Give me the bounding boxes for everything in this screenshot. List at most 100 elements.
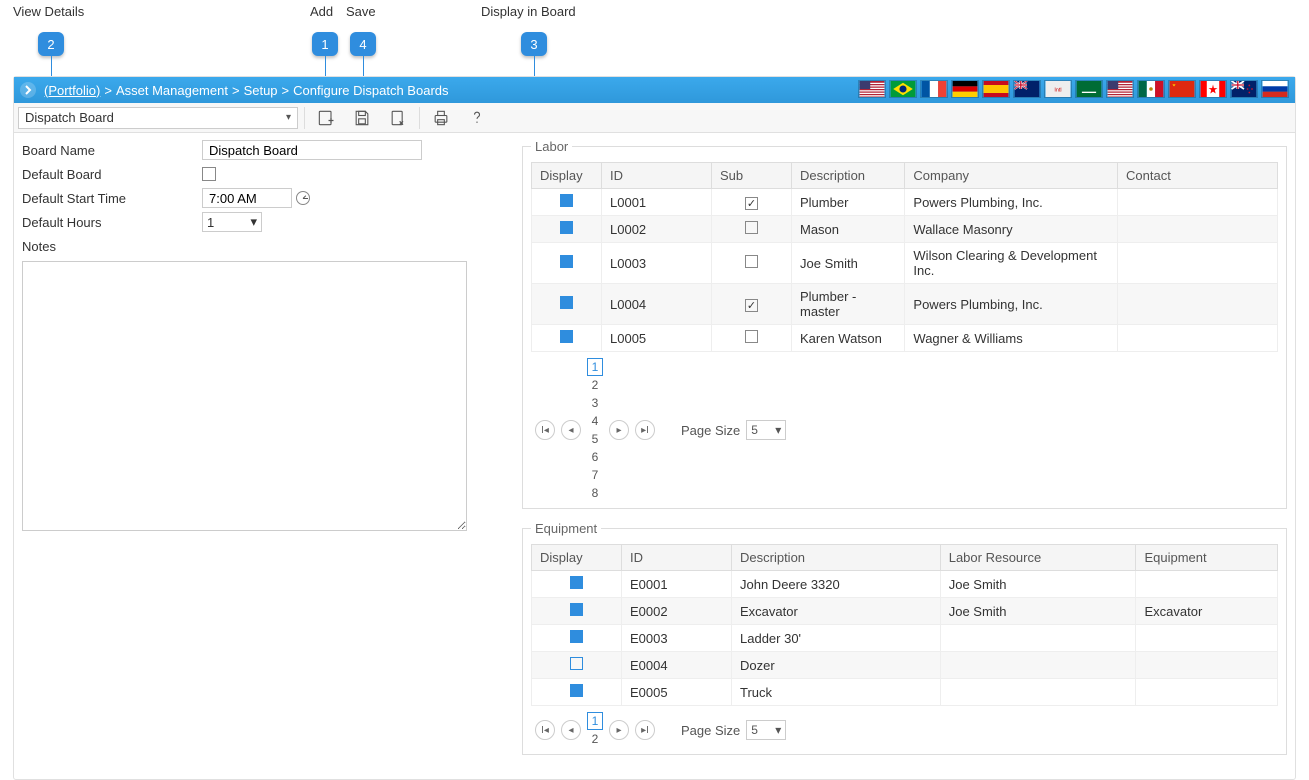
flag-nz[interactable] — [1230, 80, 1258, 98]
page-size-label: Page Size — [681, 423, 740, 438]
callout-label-view-details: View Details — [13, 4, 84, 19]
display-toggle[interactable] — [570, 684, 583, 697]
flag-ca[interactable] — [1199, 80, 1227, 98]
pager-page[interactable]: 4 — [587, 412, 603, 430]
display-toggle[interactable] — [560, 330, 573, 343]
default-board-checkbox[interactable] — [202, 167, 216, 181]
display-toggle[interactable] — [570, 576, 583, 589]
flag-mx[interactable] — [1137, 80, 1165, 98]
delete-button[interactable] — [383, 105, 413, 131]
pager-prev-icon[interactable]: ◂ — [561, 720, 581, 740]
labor-company: Wallace Masonry — [905, 216, 1118, 243]
pager-page[interactable]: 1 — [587, 358, 603, 376]
print-button[interactable] — [426, 105, 456, 131]
flag-us2[interactable] — [1106, 80, 1134, 98]
equip-desc: John Deere 3320 — [732, 571, 941, 598]
sub-checkbox[interactable] — [745, 330, 758, 343]
pager-page[interactable]: 5 — [587, 430, 603, 448]
pager-next-icon[interactable]: ▸ — [609, 720, 629, 740]
flag-fr[interactable] — [920, 80, 948, 98]
pager-first-icon[interactable]: I◂ — [535, 720, 555, 740]
equip-labor: Joe Smith — [940, 571, 1136, 598]
default-start-label: Default Start Time — [22, 191, 202, 206]
board-name-input[interactable] — [202, 140, 422, 160]
breadcrumb-item[interactable]: Setup — [244, 83, 278, 98]
notes-textarea[interactable] — [22, 261, 467, 531]
equipment-header[interactable]: Display — [532, 545, 622, 571]
equip-id: E0005 — [622, 679, 732, 706]
pager-next-icon[interactable]: ▸ — [609, 420, 629, 440]
labor-header[interactable]: Display — [532, 163, 602, 189]
default-start-input[interactable] — [202, 188, 292, 208]
flag-de[interactable] — [951, 80, 979, 98]
flag-sa[interactable] — [1075, 80, 1103, 98]
pager-page[interactable]: 2 — [587, 376, 603, 394]
equipment-header[interactable]: ID — [622, 545, 732, 571]
sub-checkbox[interactable] — [745, 221, 758, 234]
table-row[interactable]: L0004Plumber - masterPowers Plumbing, In… — [532, 284, 1278, 325]
table-row[interactable]: E0004Dozer — [532, 652, 1278, 679]
breadcrumb-back-icon[interactable] — [20, 82, 36, 98]
page-size-dropdown[interactable]: 5 ▾ — [746, 720, 786, 740]
pager-page[interactable]: 3 — [587, 394, 603, 412]
table-row[interactable]: L0001PlumberPowers Plumbing, Inc. — [532, 189, 1278, 216]
pager-page[interactable]: 7 — [587, 466, 603, 484]
display-toggle[interactable] — [560, 255, 573, 268]
breadcrumb-sep: > — [282, 83, 290, 98]
default-hours-dropdown[interactable]: 1 ▾ — [202, 212, 262, 232]
labor-legend: Labor — [531, 139, 572, 154]
board-selector-dropdown[interactable]: Dispatch Board ▾ — [18, 107, 298, 129]
flag-intl[interactable]: Intl — [1044, 80, 1072, 98]
table-row[interactable]: E0001John Deere 3320Joe Smith — [532, 571, 1278, 598]
flag-br[interactable] — [889, 80, 917, 98]
breadcrumb-portfolio[interactable]: (Portfolio) — [44, 83, 100, 98]
table-row[interactable]: L0003Joe SmithWilson Clearing & Developm… — [532, 243, 1278, 284]
page-size-dropdown[interactable]: 5 ▾ — [746, 420, 786, 440]
flag-us[interactable] — [858, 80, 886, 98]
table-row[interactable]: L0005Karen WatsonWagner & Williams — [532, 325, 1278, 352]
display-toggle[interactable] — [570, 603, 583, 616]
display-toggle[interactable] — [560, 221, 573, 234]
equipment-header[interactable]: Labor Resource — [940, 545, 1136, 571]
table-row[interactable]: L0002MasonWallace Masonry — [532, 216, 1278, 243]
table-row[interactable]: E0002ExcavatorJoe SmithExcavator — [532, 598, 1278, 625]
default-hours-value: 1 — [207, 215, 214, 230]
labor-header[interactable]: Contact — [1118, 163, 1278, 189]
sub-checkbox[interactable] — [745, 255, 758, 268]
labor-header[interactable]: Sub — [712, 163, 792, 189]
display-toggle[interactable] — [570, 630, 583, 643]
display-toggle[interactable] — [570, 657, 583, 670]
labor-header[interactable]: Description — [792, 163, 905, 189]
display-toggle[interactable] — [560, 296, 573, 309]
flag-es[interactable] — [982, 80, 1010, 98]
equipment-header[interactable]: Equipment — [1136, 545, 1278, 571]
board-selector-value: Dispatch Board — [25, 110, 114, 125]
table-row[interactable]: E0005Truck — [532, 679, 1278, 706]
pager-prev-icon[interactable]: ◂ — [561, 420, 581, 440]
app-window: (Portfolio) > Asset Management > Setup >… — [13, 76, 1296, 780]
pager-last-icon[interactable]: ▸I — [635, 420, 655, 440]
add-button[interactable] — [311, 105, 341, 131]
pager-last-icon[interactable]: ▸I — [635, 720, 655, 740]
pager-page[interactable]: 2 — [587, 730, 603, 748]
pager-page[interactable]: 8 — [587, 484, 603, 502]
pager-page[interactable]: 6 — [587, 448, 603, 466]
labor-contact — [1118, 189, 1278, 216]
breadcrumb-item[interactable]: Asset Management — [116, 83, 228, 98]
clock-icon[interactable] — [296, 191, 310, 205]
pager-first-icon[interactable]: I◂ — [535, 420, 555, 440]
equip-equip — [1136, 652, 1278, 679]
flag-au[interactable] — [1013, 80, 1041, 98]
labor-header[interactable]: ID — [602, 163, 712, 189]
help-button[interactable] — [462, 105, 492, 131]
flag-cn[interactable] — [1168, 80, 1196, 98]
flag-ru[interactable] — [1261, 80, 1289, 98]
sub-checkbox[interactable] — [745, 197, 758, 210]
labor-header[interactable]: Company — [905, 163, 1118, 189]
equipment-header[interactable]: Description — [732, 545, 941, 571]
sub-checkbox[interactable] — [745, 299, 758, 312]
pager-page[interactable]: 1 — [587, 712, 603, 730]
save-button[interactable] — [347, 105, 377, 131]
display-toggle[interactable] — [560, 194, 573, 207]
table-row[interactable]: E0003Ladder 30' — [532, 625, 1278, 652]
